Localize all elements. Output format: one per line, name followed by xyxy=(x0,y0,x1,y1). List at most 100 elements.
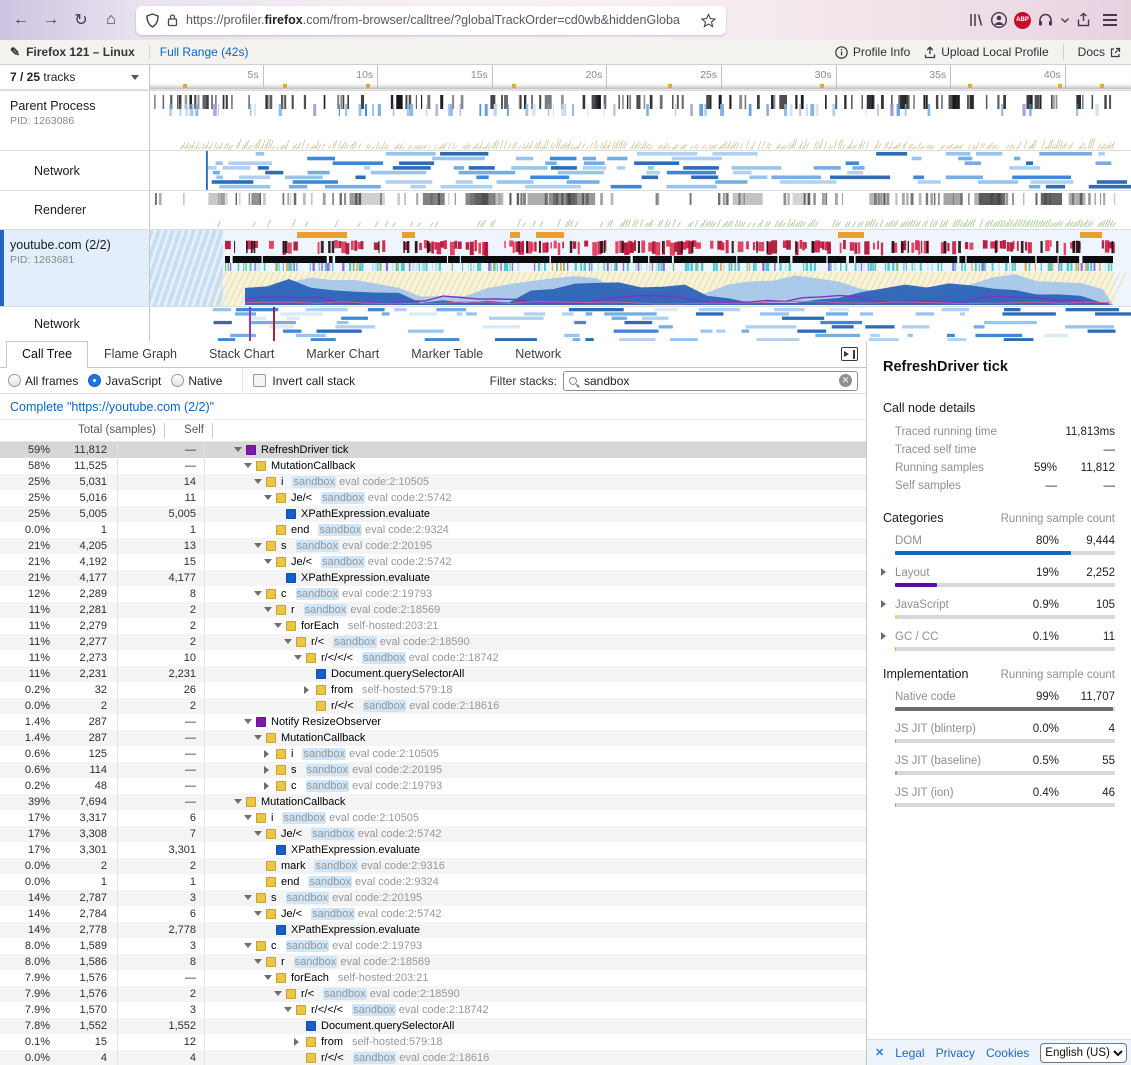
radio-native[interactable]: Native xyxy=(171,374,222,388)
call-tree-row[interactable]: 11%2,2312,231Document.querySelectorAll xyxy=(0,666,866,682)
twisty-open-icon[interactable] xyxy=(284,636,296,648)
call-tree-row[interactable]: 0.6%125—isandbox eval code:2:10505 xyxy=(0,746,866,762)
call-tree-row[interactable]: 25%5,0055,005XPathExpression.evaluate xyxy=(0,506,866,522)
call-tree-row[interactable]: 12%2,2898csandbox eval code:2:19793 xyxy=(0,586,866,602)
call-tree-row[interactable]: 7.9%1,5703r/</</<sandbox eval code:2:187… xyxy=(0,1002,866,1018)
call-tree-row[interactable]: 14%2,7873ssandbox eval code:2:20195 xyxy=(0,890,866,906)
twisty-open-icon[interactable] xyxy=(294,652,306,664)
footer-link-cookies[interactable]: Cookies xyxy=(986,1046,1029,1060)
call-tree-row[interactable]: 11%2,2812rsandbox eval code:2:18569 xyxy=(0,602,866,618)
invert-call-stack-checkbox[interactable]: Invert call stack xyxy=(253,374,355,388)
call-tree-row[interactable]: 0.0%11endsandbox eval code:2:9324 xyxy=(0,522,866,538)
call-tree-row[interactable]: 11%2,2792forEachself-hosted:203:21 xyxy=(0,618,866,634)
call-tree-row[interactable]: 0.0%44r/</<sandbox eval code:2:18616 xyxy=(0,1050,866,1065)
chevron-down-icon[interactable] xyxy=(1060,16,1070,24)
track-visualization[interactable] xyxy=(150,91,1131,150)
jank-marker-icon[interactable] xyxy=(1100,84,1104,88)
track-label[interactable]: Network xyxy=(0,151,150,190)
twisty-open-icon[interactable] xyxy=(244,812,256,824)
footer-link-privacy[interactable]: Privacy xyxy=(936,1046,975,1060)
twisty-closed-icon[interactable] xyxy=(881,632,890,640)
twisty-closed-icon[interactable] xyxy=(881,568,890,576)
track-visualization[interactable] xyxy=(150,191,1131,229)
close-footer-icon[interactable]: ✕ xyxy=(875,1046,884,1059)
track-visualization[interactable] xyxy=(150,307,1131,341)
search-input[interactable] xyxy=(582,373,834,389)
twisty-open-icon[interactable] xyxy=(274,988,286,1000)
twisty-closed-icon[interactable] xyxy=(264,766,276,774)
track-label[interactable]: youtube.com (2/2)PID: 1263681 xyxy=(0,230,150,306)
adblock-extension-icon[interactable]: ABP xyxy=(1014,12,1031,29)
menu-icon[interactable] xyxy=(1097,7,1123,33)
jank-marker-icon[interactable] xyxy=(1058,84,1062,88)
twisty-open-icon[interactable] xyxy=(254,588,266,600)
call-tree-row[interactable]: 25%5,03114isandbox eval code:2:10505 xyxy=(0,474,866,490)
call-tree-row[interactable]: 0.0%22marksandbox eval code:2:9316 xyxy=(0,858,866,874)
call-tree-row[interactable]: 7.8%1,5521,552Document.querySelectorAll xyxy=(0,1018,866,1034)
track-parent-process[interactable]: Parent ProcessPID: 1263086 xyxy=(0,90,1131,150)
tab-marker-table[interactable]: Marker Table xyxy=(395,341,499,368)
profile-info-button[interactable]: Profile Info xyxy=(835,45,910,59)
tracks-dropdown[interactable]: 7 / 25 tracks xyxy=(0,65,150,89)
call-tree-row[interactable]: 21%4,20513ssandbox eval code:2:20195 xyxy=(0,538,866,554)
call-tree-row[interactable]: 7.9%1,576—forEachself-hosted:203:21 xyxy=(0,970,866,986)
call-tree-row[interactable]: 14%2,7782,778XPathExpression.evaluate xyxy=(0,922,866,938)
twisty-closed-icon[interactable] xyxy=(264,750,276,758)
call-tree-row[interactable]: 39%7,694—MutationCallback xyxy=(0,794,866,810)
twisty-open-icon[interactable] xyxy=(274,620,286,632)
twisty-open-icon[interactable] xyxy=(234,444,246,456)
jank-marker-icon[interactable] xyxy=(183,84,187,88)
call-tree-row[interactable]: 14%2,7846Je/<sandbox eval code:2:5742 xyxy=(0,906,866,922)
twisty-closed-icon[interactable] xyxy=(881,600,890,608)
bookmark-star-icon[interactable] xyxy=(701,13,716,28)
language-select[interactable]: English (US) xyxy=(1040,1043,1127,1063)
track-youtube-com-2-2-[interactable]: youtube.com (2/2)PID: 1263681 xyxy=(0,229,1131,306)
jank-marker-icon[interactable] xyxy=(668,84,672,88)
twisty-open-icon[interactable] xyxy=(254,476,266,488)
call-tree-row[interactable]: 21%4,1774,177XPathExpression.evaluate xyxy=(0,570,866,586)
url-bar[interactable]: https://profiler.firefox.com/from-browse… xyxy=(136,6,726,35)
twisty-open-icon[interactable] xyxy=(284,1004,296,1016)
twisty-open-icon[interactable] xyxy=(254,908,266,920)
call-tree-row[interactable]: 58%11,525—MutationCallback xyxy=(0,458,866,474)
full-range-button[interactable]: Full Range (42s) xyxy=(149,45,249,59)
track-renderer[interactable]: Renderer xyxy=(0,190,1131,229)
call-tree-row[interactable]: 21%4,19215Je/<sandbox eval code:2:5742 xyxy=(0,554,866,570)
call-tree-row[interactable]: 1.4%287—MutationCallback xyxy=(0,730,866,746)
call-tree-row[interactable]: 17%3,3176isandbox eval code:2:10505 xyxy=(0,810,866,826)
jank-marker-icon[interactable] xyxy=(283,84,287,88)
docs-button[interactable]: Docs xyxy=(1078,45,1121,59)
radio-javascript[interactable]: JavaScript xyxy=(88,374,161,388)
profile-name-button[interactable]: ✎ Firefox 121 – Linux xyxy=(10,45,135,59)
jank-marker-icon[interactable] xyxy=(512,84,516,88)
tab-flame-graph[interactable]: Flame Graph xyxy=(88,341,193,368)
call-tree-row[interactable]: 0.2%48—csandbox eval code:2:19793 xyxy=(0,778,866,794)
library-icon[interactable] xyxy=(968,12,984,28)
reload-icon[interactable]: ↻ xyxy=(68,7,94,33)
jank-marker-icon[interactable] xyxy=(366,84,370,88)
call-tree-row[interactable]: 0.2%3226fromself-hosted:579:18 xyxy=(0,682,866,698)
call-tree-row[interactable]: 0.0%22r/</<sandbox eval code:2:18616 xyxy=(0,698,866,714)
track-visualization[interactable] xyxy=(150,151,1131,190)
clear-search-icon[interactable]: ✕ xyxy=(839,374,852,387)
track-label[interactable]: Network xyxy=(0,307,150,341)
track-network[interactable]: Network xyxy=(0,150,1131,190)
timeline-ruler[interactable]: 5s10s15s20s25s30s35s40s xyxy=(150,65,1131,89)
home-icon[interactable]: ⌂ xyxy=(98,7,124,33)
call-tree-row[interactable]: 11%2,27310r/</</<sandbox eval code:2:187… xyxy=(0,650,866,666)
twisty-closed-icon[interactable] xyxy=(304,686,316,694)
share-icon[interactable] xyxy=(1076,12,1091,28)
forward-icon[interactable]: → xyxy=(38,7,64,33)
tab-call-tree[interactable]: Call Tree xyxy=(6,341,88,368)
radio-all-frames[interactable]: All frames xyxy=(8,374,78,388)
twisty-open-icon[interactable] xyxy=(264,604,276,616)
tab-stack-chart[interactable]: Stack Chart xyxy=(193,341,290,368)
twisty-open-icon[interactable] xyxy=(254,732,266,744)
track-visualization[interactable] xyxy=(150,230,1131,306)
back-icon[interactable]: ← xyxy=(8,7,34,33)
track-label[interactable]: Renderer xyxy=(0,191,150,229)
track-label[interactable]: Parent ProcessPID: 1263086 xyxy=(0,91,150,150)
twisty-open-icon[interactable] xyxy=(244,892,256,904)
call-tree-row[interactable]: 0.0%11endsandbox eval code:2:9324 xyxy=(0,874,866,890)
jank-marker-icon[interactable] xyxy=(820,84,824,88)
